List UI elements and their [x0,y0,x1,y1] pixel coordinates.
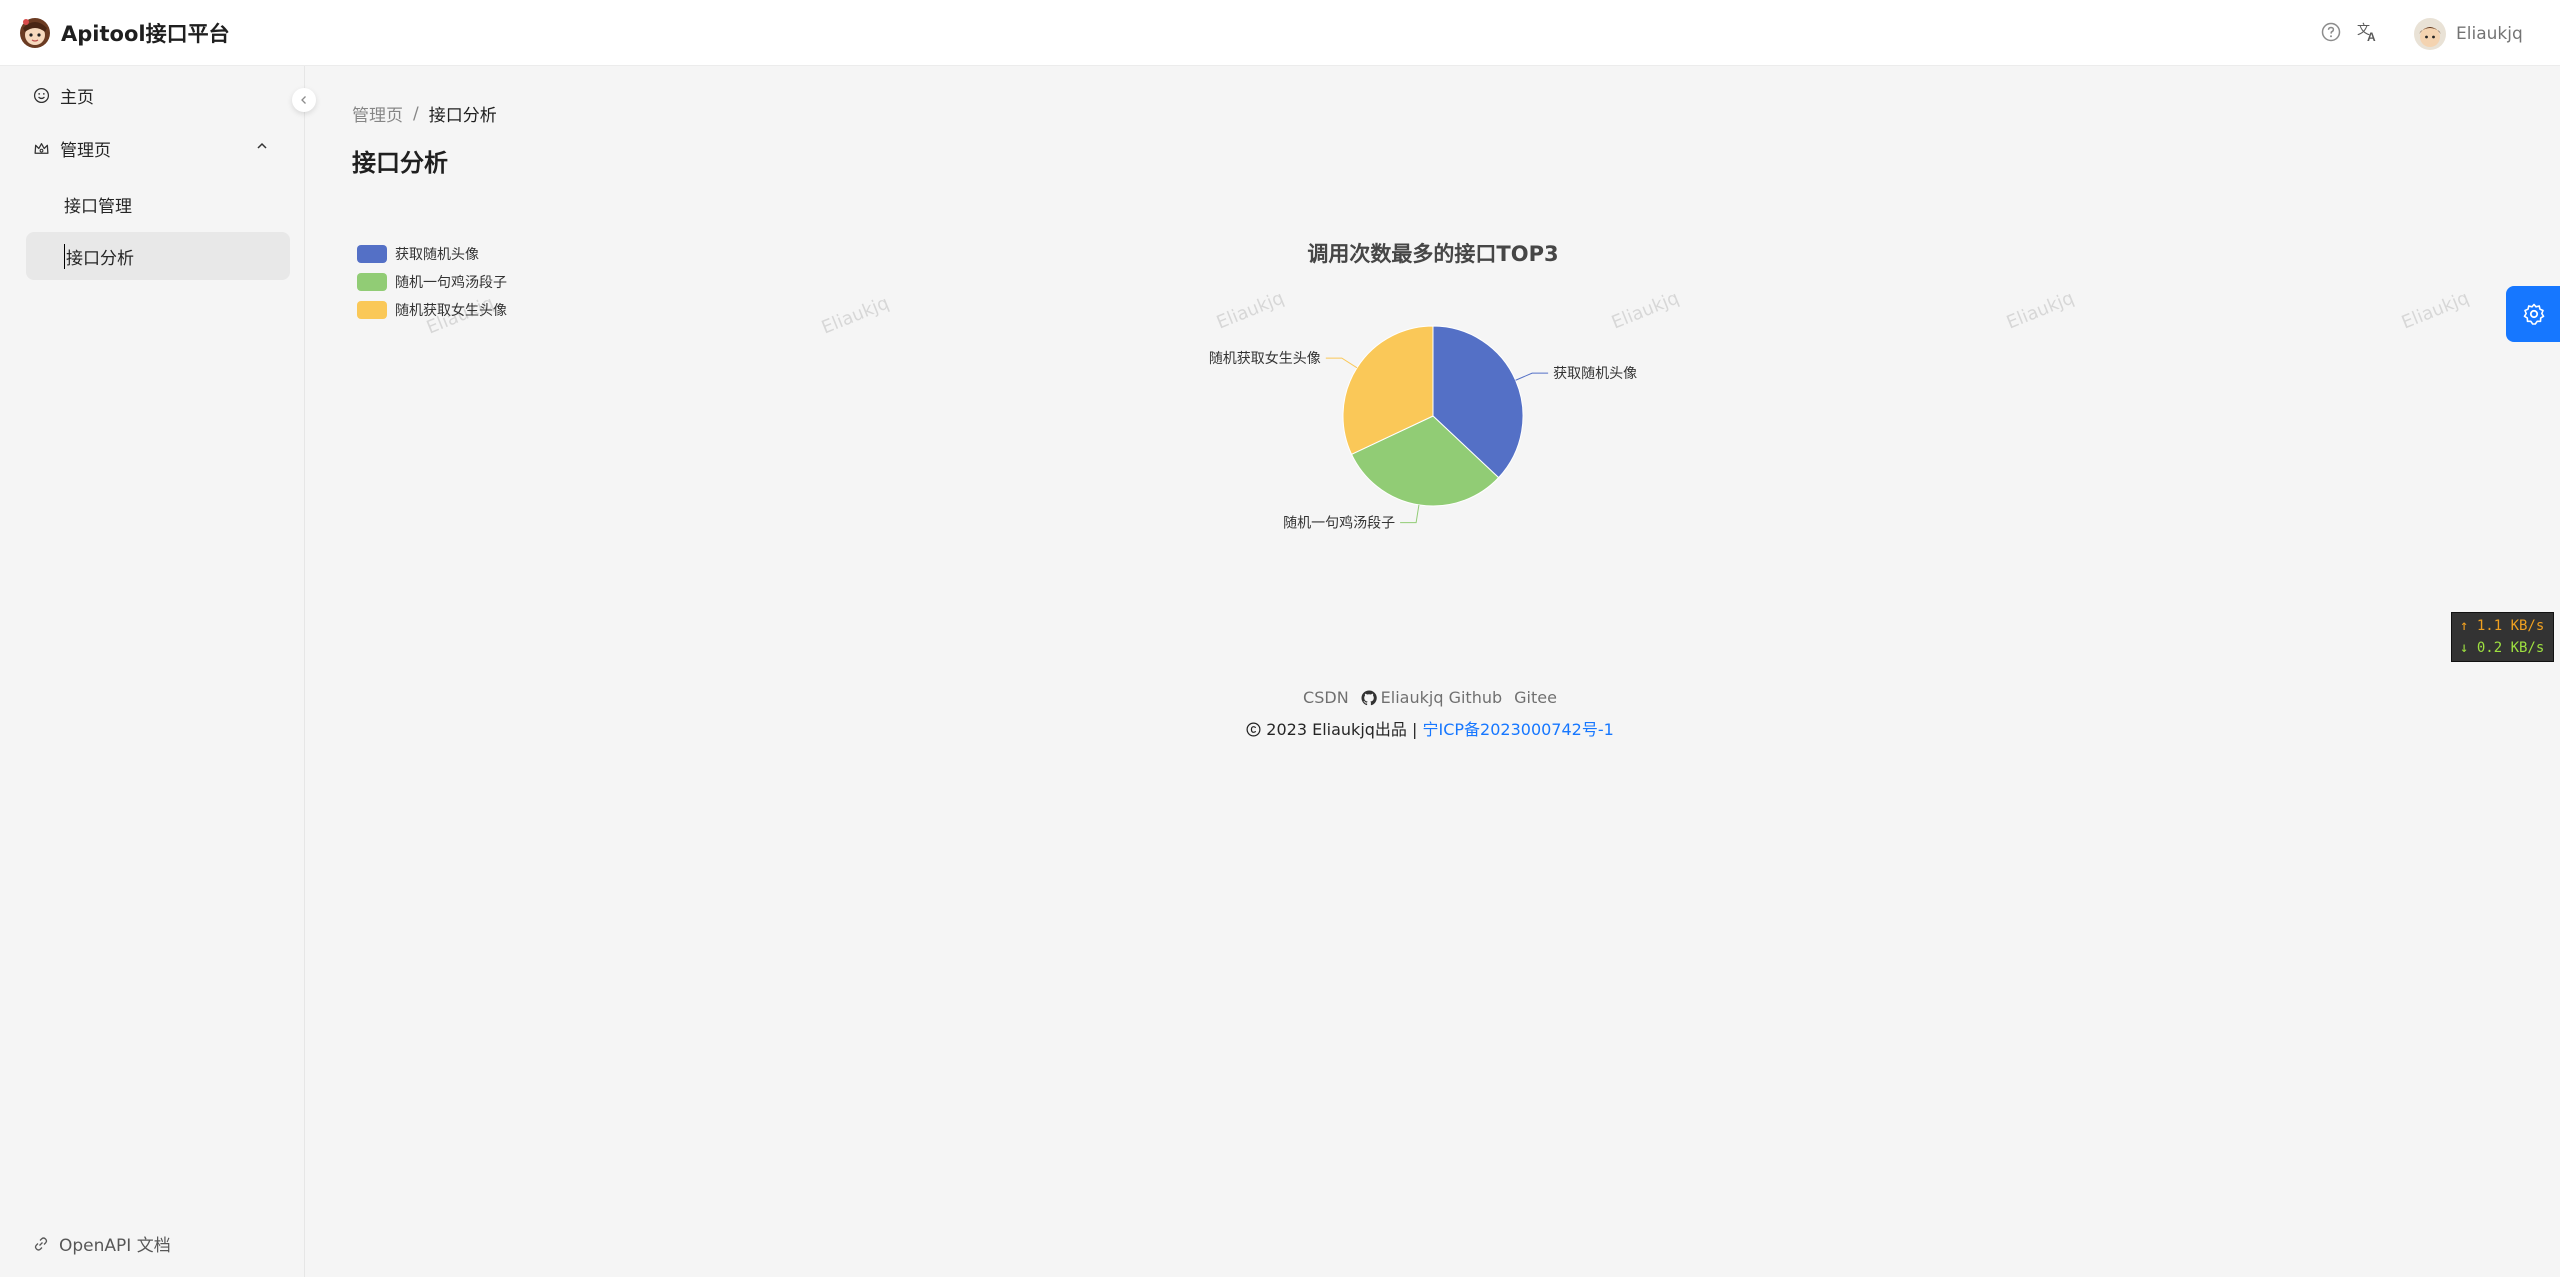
user-menu[interactable]: Eliaukjq [2414,15,2523,53]
watermark: Eliaukjq [2003,287,2078,334]
sidebar-item-home[interactable]: 主页 [33,83,94,108]
legend-swatch [357,273,387,291]
legend-label: 获取随机头像 [395,247,479,263]
sidebar-item-label: 接口分析 [64,244,134,269]
legend-swatch [357,301,387,319]
footer-link-gitee[interactable]: Gitee [1514,688,1557,707]
sidebar: 主页 管理页 接口管理 接口分析 OpenAPI 文档 [0,66,305,1277]
breadcrumb: 管理页 / 接口分析 [352,101,497,127]
chevron-up-icon [257,142,267,149]
breadcrumb-current: 接口分析 [428,106,497,126]
sidebar-collapse-button[interactable] [292,88,316,112]
footer-link-github[interactable]: Eliaukjq Github [1361,688,1502,707]
breadcrumb-parent[interactable]: 管理页 [352,101,403,126]
gear-icon [2523,303,2545,325]
chevron-left-icon [301,96,306,104]
pie-chart: 获取随机头像随机一句鸡汤段子 随机获取女生头像 [1209,325,1637,532]
legend-item[interactable]: 随机一句鸡汤段子 [357,268,507,296]
link-icon [34,1236,48,1251]
footer-link-github-label: Eliaukjq Github [1380,688,1503,707]
openapi-link-label: OpenAPI 文档 [59,1236,171,1256]
pie-label: 获取随机头像 [1553,366,1637,382]
copyright-text: 2023 Eliaukjq出品 | [1266,720,1418,739]
sidebar-item-interface-analysis[interactable]: 接口分析 [64,244,134,269]
svg-text:A: A [2367,30,2376,44]
chart-legend: 获取随机头像随机一句鸡汤段子 随机获取女生头像 [357,240,507,324]
sidebar-item-admin[interactable]: 管理页 [33,136,273,161]
upload-speed: ↑ 1.1 KB/s [2460,618,2545,634]
pie-label-line [1515,372,1549,381]
legend-label: 随机一句鸡汤段子 [395,275,507,291]
smile-icon [33,87,50,104]
watermark: Eliaukjq [2398,287,2473,334]
chart-title: 调用次数最多的接口TOP3 [1307,242,1559,266]
breadcrumb-separator: / [413,103,419,124]
pie-label-line [1325,357,1358,369]
sidebar-item-label: 管理页 [60,141,111,161]
question-icon[interactable] [2319,20,2343,44]
download-speed: ↓ 0.2 KB/s [2460,640,2545,656]
legend-item[interactable]: 随机获取女生头像 [357,296,507,324]
github-icon [1361,689,1377,705]
sidebar-item-interface-manage[interactable]: 接口管理 [64,192,132,217]
openapi-docs-link[interactable]: OpenAPI 文档 [33,1231,171,1256]
translate-icon[interactable]: 文A [2356,20,2380,44]
sidebar-item-label: 主页 [60,88,94,108]
pie-label: 随机一句鸡汤段子 [1283,515,1395,532]
pie-label: 随机获取女生头像 [1209,350,1321,367]
crown-icon [34,143,49,154]
user-name: Eliaukjq [2456,24,2523,44]
footer-copyright: 2023 Eliaukjq出品 | 宁ICP备2023000742号-1 [1160,716,1700,740]
settings-drawer-button[interactable] [2506,286,2560,342]
logo-image[interactable] [18,14,52,50]
avatar [2414,18,2446,50]
icp-link[interactable]: 宁ICP备2023000742号-1 [1423,720,1614,739]
legend-swatch [357,245,387,263]
pie-label-line [1400,504,1420,524]
legend-label: 随机获取女生头像 [395,303,507,319]
legend-item[interactable]: 获取随机头像 [357,240,507,268]
page-title: 接口分析 [352,149,448,177]
top-header: Apitool接口平台 文A Eliaukjq [0,0,2560,66]
app-title[interactable]: Apitool接口平台 [61,19,230,49]
copyright-icon [1246,722,1261,737]
footer-link-csdn[interactable]: CSDN [1303,688,1349,707]
watermark: Eliaukjq [818,292,893,339]
network-speed-widget: ↑ 1.1 KB/s ↓ 0.2 KB/s [2451,612,2554,662]
sidebar-item-label: 接口管理 [64,197,132,217]
footer-links: CSDN Eliaukjq Github Gitee [1220,688,1640,707]
